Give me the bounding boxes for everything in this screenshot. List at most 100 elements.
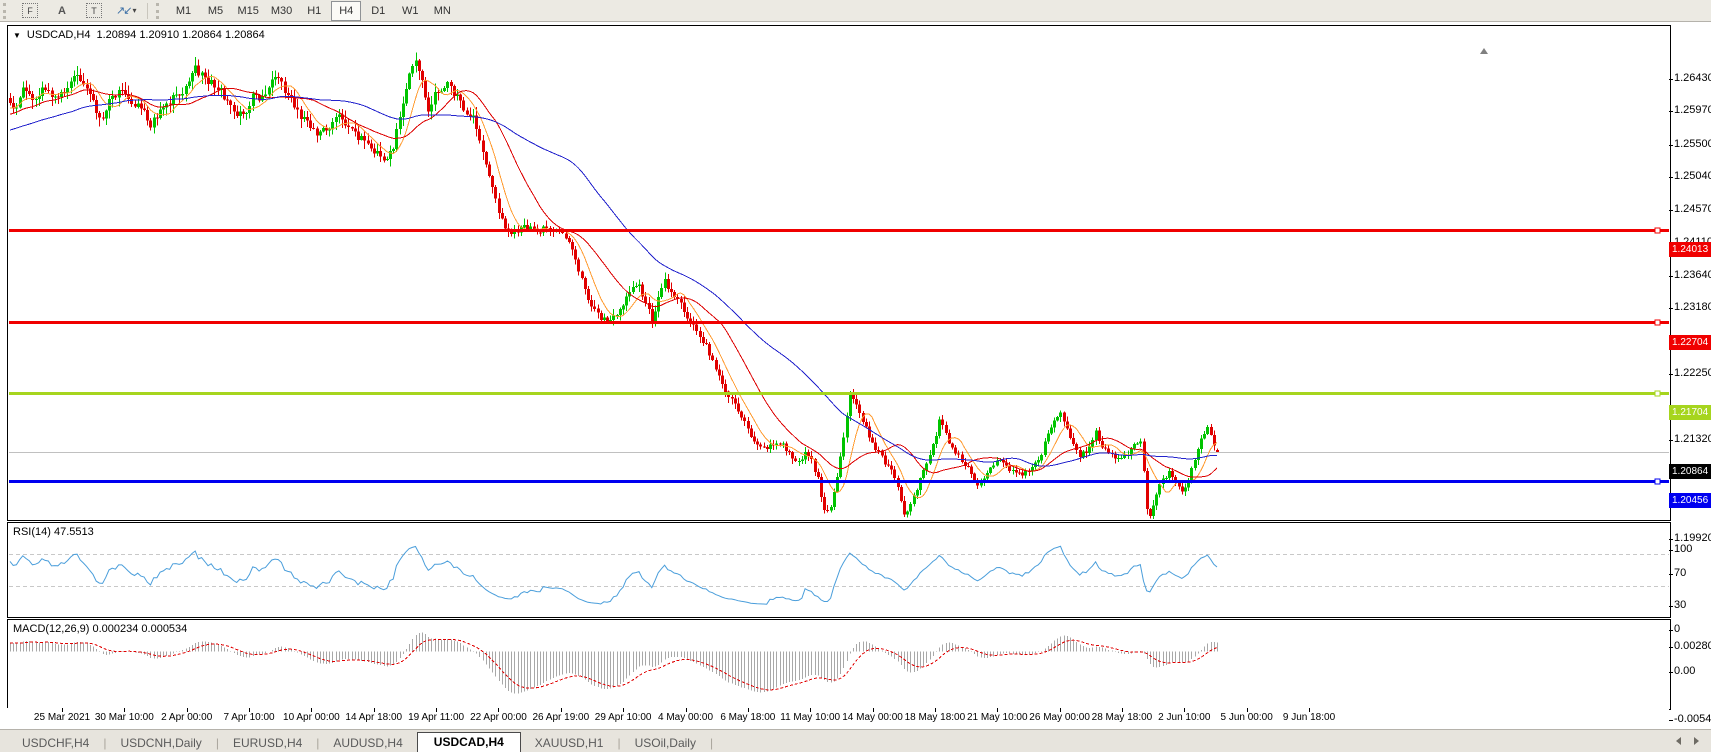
chart-tab-bar: USDCHF,H4|USDCNH,Daily|EURUSD,H4|AUDUSD,… xyxy=(0,729,1711,752)
text-label-icon: T xyxy=(86,3,102,18)
arrow-objects-button[interactable]: ↗↙ ▾ xyxy=(111,1,141,21)
price-axis-label: 1.21320 xyxy=(1674,433,1711,445)
timeframe-button-h1[interactable]: H1 xyxy=(299,1,329,21)
price-axis-label: 1.26430 xyxy=(1674,72,1711,84)
chart-tab-usdcad[interactable]: USDCAD,H4 xyxy=(417,732,521,752)
time-axis-label: 19 Apr 11:00 xyxy=(408,712,464,723)
price-axis-label: 1.25040 xyxy=(1674,170,1711,182)
chart-ohlc-values: 1.20894 1.20910 1.20864 1.20864 xyxy=(97,29,265,41)
rsi-axis-label: 70 xyxy=(1674,567,1686,579)
rsi-axis-label: 100 xyxy=(1674,543,1692,555)
rsi-label: RSI(14) 47.5513 xyxy=(13,526,94,538)
chart-tab-usdcnh[interactable]: USDCNH,Daily xyxy=(106,734,215,752)
grid-f-button[interactable]: F xyxy=(15,1,45,21)
level-price-tag: 1.24013 xyxy=(1669,242,1711,257)
timeframe-button-m30[interactable]: M30 xyxy=(266,1,297,21)
chart-tab-usdchf[interactable]: USDCHF,H4 xyxy=(8,734,103,752)
time-axis-label: 14 May 00:00 xyxy=(842,712,903,723)
time-axis-label: 11 May 10:00 xyxy=(780,712,840,723)
time-axis-label: 28 May 18:00 xyxy=(1092,712,1153,723)
time-axis-label: 4 May 00:00 xyxy=(658,712,713,723)
rsi-axis-label: 30 xyxy=(1674,599,1686,611)
axis-tick-mark xyxy=(1669,210,1673,211)
text-label-button[interactable]: T xyxy=(79,1,109,21)
timeframe-button-h4[interactable]: H4 xyxy=(331,1,361,21)
chart-title: ▼ USDCAD,H4 1.20894 1.20910 1.20864 1.20… xyxy=(13,29,265,41)
toolbar-separator xyxy=(147,3,148,19)
price-chart-canvas[interactable] xyxy=(9,27,1669,519)
tab-scroll-right-icon[interactable] xyxy=(1694,737,1699,745)
arrow-objects-icon: ↗↙ xyxy=(116,4,130,17)
timeframe-button-mn[interactable]: MN xyxy=(427,1,457,21)
axis-tick-mark xyxy=(1669,308,1673,309)
price-axis-label: 1.19920 xyxy=(1674,532,1711,544)
axis-tick-mark xyxy=(1669,276,1673,277)
chart-symbol-period: USDCAD,H4 xyxy=(27,29,91,41)
price-chart-panel[interactable]: ▼ USDCAD,H4 1.20894 1.20910 1.20864 1.20… xyxy=(7,25,1671,521)
macd-panel[interactable]: MACD(12,26,9) 0.000234 0.000534 xyxy=(7,619,1671,710)
time-axis-label: 9 Jun 18:00 xyxy=(1283,712,1335,723)
time-axis-label: 14 Apr 18:00 xyxy=(345,712,402,723)
time-axis-label: 2 Apr 00:00 xyxy=(161,712,212,723)
timeframe-button-m5[interactable]: M5 xyxy=(200,1,230,21)
chart-shift-marker-icon xyxy=(1480,48,1488,54)
chart-tab-xauusd[interactable]: XAUUSD,H1 xyxy=(521,734,618,752)
macd-canvas[interactable] xyxy=(9,621,1669,708)
toolbar-grip[interactable] xyxy=(156,3,163,19)
axis-tick-mark xyxy=(1669,111,1673,112)
axis-tick-mark xyxy=(1669,374,1673,375)
time-axis-label: 18 May 18:00 xyxy=(905,712,966,723)
time-axis-label: 29 Apr 10:00 xyxy=(595,712,652,723)
timeframe-button-d1[interactable]: D1 xyxy=(363,1,393,21)
level-price-tag: 1.22704 xyxy=(1669,335,1711,350)
timeframe-button-m1[interactable]: M1 xyxy=(168,1,198,21)
macd-axis-label: 0.00 xyxy=(1674,665,1695,677)
chart-tab-usoil[interactable]: USOil,Daily xyxy=(621,734,710,752)
price-axis-label: 1.25970 xyxy=(1674,104,1711,116)
price-axis-label: 1.22250 xyxy=(1674,367,1711,379)
time-axis-label: 26 Apr 19:00 xyxy=(532,712,589,723)
toolbar-grip[interactable] xyxy=(3,3,10,19)
axis-tick-mark xyxy=(1669,720,1673,721)
axis-tick-mark xyxy=(1669,177,1673,178)
chevron-down-icon[interactable]: ▾ xyxy=(132,6,136,15)
timeframe-button-w1[interactable]: W1 xyxy=(395,1,425,21)
tab-separator: | xyxy=(710,734,713,752)
time-axis-label: 21 May 10:00 xyxy=(967,712,1028,723)
price-axis-label: 1.23640 xyxy=(1674,269,1711,281)
chart-tab-audusd[interactable]: AUDUSD,H4 xyxy=(319,734,416,752)
toolbar: F A T ↗↙ ▾ M1M5M15M30H1H4D1W1MN xyxy=(0,0,1711,22)
time-axis[interactable]: 25 Mar 202130 Mar 10:002 Apr 00:007 Apr … xyxy=(7,708,1669,730)
time-axis-label: 25 Mar 2021 xyxy=(34,712,90,723)
time-axis-label: 30 Mar 10:00 xyxy=(95,712,154,723)
axis-tick-mark xyxy=(1669,606,1673,607)
collapse-triangle-icon[interactable]: ▼ xyxy=(13,31,21,40)
macd-label: MACD(12,26,9) 0.000234 0.000534 xyxy=(13,623,187,635)
axis-tick-mark xyxy=(1669,79,1673,80)
chart-window: ▼ USDCAD,H4 1.20894 1.20910 1.20864 1.20… xyxy=(0,21,1711,730)
price-axis-label: 1.24570 xyxy=(1674,203,1711,215)
time-axis-label: 22 Apr 00:00 xyxy=(470,712,527,723)
macd-axis-label: -0.005418 xyxy=(1674,713,1711,725)
rsi-canvas[interactable] xyxy=(9,524,1669,616)
macd-axis-label: 0.002807 xyxy=(1674,640,1711,652)
axis-tick-mark xyxy=(1669,145,1673,146)
current-price-tag: 1.20864 xyxy=(1669,464,1711,479)
price-axis-label: 1.25500 xyxy=(1674,138,1711,150)
grid-f-icon: F xyxy=(22,3,38,18)
timeframe-button-m15[interactable]: M15 xyxy=(232,1,263,21)
price-axis-label: 1.23180 xyxy=(1674,301,1711,313)
axis-tick-mark xyxy=(1669,539,1673,540)
axis-tick-mark xyxy=(1669,647,1673,648)
timeframe-button-group: M1M5M15M30H1H4D1W1MN xyxy=(167,1,458,21)
level-price-tag: 1.21704 xyxy=(1669,405,1711,420)
font-a-icon: A xyxy=(58,5,66,17)
time-axis-label: 26 May 00:00 xyxy=(1029,712,1090,723)
axis-tick-mark xyxy=(1669,672,1673,673)
tab-scroll-left-icon[interactable] xyxy=(1676,737,1681,745)
rsi-panel[interactable]: RSI(14) 47.5513 xyxy=(7,522,1671,618)
axis-tick-mark xyxy=(1669,574,1673,575)
mt4-window: F A T ↗↙ ▾ M1M5M15M30H1H4D1W1MN ▼ USDCAD… xyxy=(0,0,1711,752)
font-button[interactable]: A xyxy=(47,1,77,21)
chart-tab-eurusd[interactable]: EURUSD,H4 xyxy=(219,734,316,752)
